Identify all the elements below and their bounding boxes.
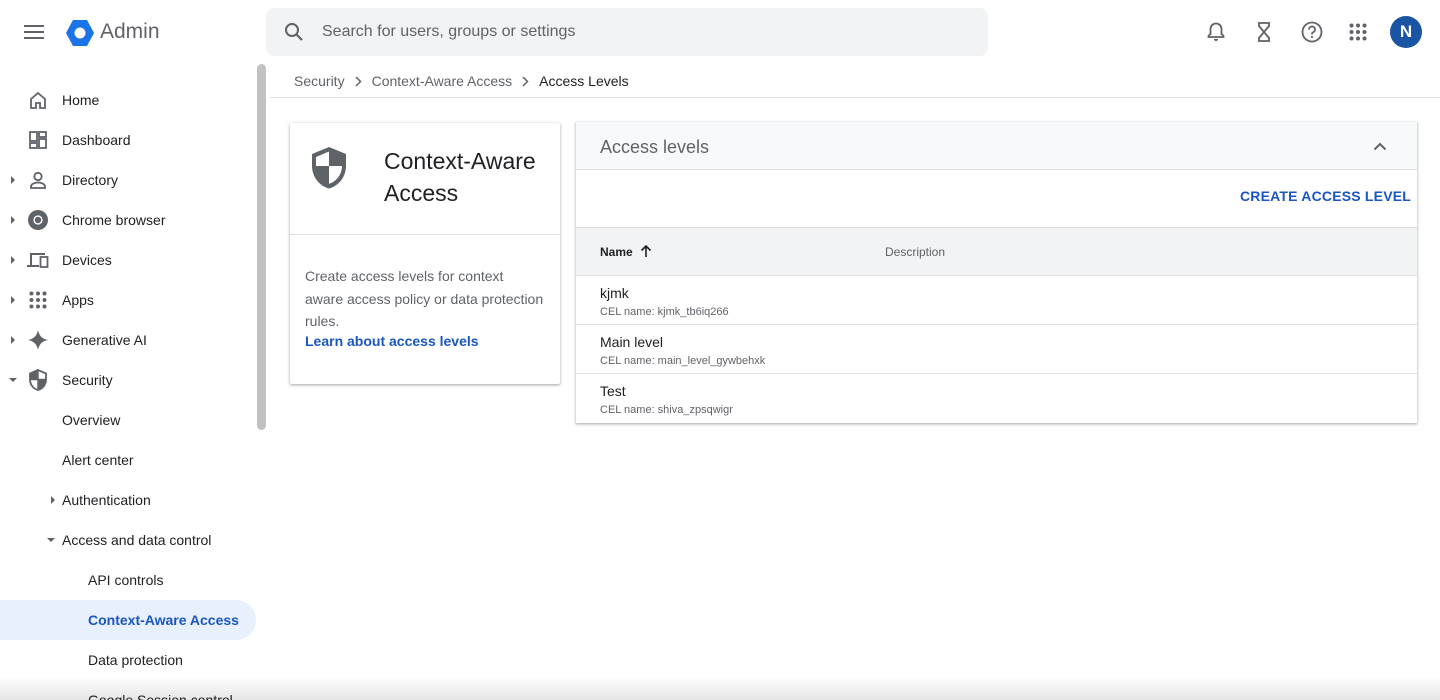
table-row[interactable]: kjmk CEL name: kjmk_tb6iq266 — [576, 276, 1417, 325]
sidebar-item-alert-center[interactable]: Alert center — [0, 440, 256, 480]
hamburger-menu-icon — [24, 25, 44, 39]
sidebar-item-label: Devices — [62, 252, 112, 268]
column-header-name[interactable]: Name — [600, 245, 633, 259]
chevron-right-icon — [522, 75, 529, 87]
sort-ascending-icon[interactable] — [640, 244, 652, 263]
search-bar[interactable]: Search for users, groups or settings — [266, 8, 988, 56]
main-menu-button[interactable] — [14, 12, 54, 52]
access-level-name: Test — [600, 383, 626, 399]
sidebar-item-label: Alert center — [62, 452, 134, 468]
sidebar-item-label: Apps — [62, 292, 94, 308]
chrome-icon — [26, 208, 50, 232]
help-button[interactable] — [1292, 12, 1332, 52]
notifications-button[interactable] — [1196, 12, 1236, 52]
sidebar-item-api-controls[interactable]: API controls — [0, 560, 256, 600]
access-level-cel-name: CEL name: main_level_gywbehxk — [600, 355, 766, 367]
card-description: Create access levels for context aware a… — [305, 268, 544, 329]
table-header: Name Description — [576, 227, 1417, 276]
breadcrumb-security[interactable]: Security — [294, 73, 345, 89]
notifications-icon — [1207, 22, 1225, 41]
collapse-panel-button[interactable] — [1370, 136, 1390, 156]
apps-launcher-button[interactable] — [1338, 12, 1378, 52]
panel-header: Access levels — [576, 122, 1417, 170]
search-input[interactable]: Search for users, groups or settings — [322, 23, 575, 41]
sidebar-item-label: Access and data control — [62, 532, 212, 548]
sidebar-item-label: Security — [62, 372, 113, 388]
learn-about-access-levels-link[interactable]: Learn about access levels — [305, 333, 479, 349]
caret-right-icon[interactable] — [8, 295, 18, 305]
sidebar-item-context-aware-access[interactable]: Context-Aware Access — [0, 600, 256, 640]
create-access-level-button[interactable]: CREATE ACCESS LEVEL — [1240, 188, 1411, 204]
sidebar-item-label: Dashboard — [62, 132, 131, 148]
sidebar-item-label: API controls — [88, 572, 164, 588]
help-icon — [1301, 21, 1323, 43]
access-level-name: kjmk — [600, 285, 629, 301]
sidebar-item-data-protection[interactable]: Data protection — [0, 640, 256, 680]
sidebar-scrollbar[interactable] — [257, 64, 266, 430]
access-levels-panel: Access levels CREATE ACCESS LEVEL Name D… — [576, 122, 1417, 423]
home-icon — [26, 88, 50, 112]
sidebar-item-authentication[interactable]: Authentication — [0, 480, 256, 520]
caret-down-icon[interactable] — [8, 375, 18, 385]
context-aware-access-info-card: Context-Aware Access Create access level… — [290, 123, 560, 384]
chevron-up-icon — [1373, 142, 1387, 150]
card-title: Context-Aware Access — [384, 148, 536, 206]
sidebar-item-label: Data protection — [88, 652, 183, 668]
account-avatar[interactable]: N — [1390, 16, 1422, 48]
table-row[interactable]: Main level CEL name: main_level_gywbehxk — [576, 325, 1417, 374]
sidebar-item-generative-ai[interactable]: Generative AI — [0, 320, 256, 360]
sidebar-item-label: Chrome browser — [62, 212, 166, 228]
shield-icon — [26, 368, 50, 392]
sidebar-item-google-session-control[interactable]: Google Session control — [0, 680, 256, 700]
sidebar-item-devices[interactable]: Devices — [0, 240, 256, 280]
apps-grid-icon — [26, 288, 50, 312]
sidebar-item-label: Context-Aware Access — [88, 612, 239, 628]
search-icon[interactable] — [266, 22, 322, 42]
sidebar-item-access-and-data-control[interactable]: Access and data control — [0, 520, 256, 560]
table-row[interactable]: Test CEL name: shiva_zpsqwigr — [576, 374, 1417, 423]
access-level-cel-name: CEL name: shiva_zpsqwigr — [600, 404, 733, 416]
access-level-name: Main level — [600, 334, 664, 350]
caret-right-icon[interactable] — [8, 255, 18, 265]
dashboard-icon — [26, 128, 50, 152]
shield-icon — [312, 147, 346, 189]
chevron-right-icon — [355, 75, 362, 87]
panel-title: Access levels — [600, 137, 710, 157]
caret-right-icon[interactable] — [8, 175, 18, 185]
column-header-description: Description — [885, 245, 946, 259]
caret-right-icon[interactable] — [8, 215, 18, 225]
breadcrumb-access-levels: Access Levels — [539, 73, 629, 89]
sidebar-item-home[interactable]: Home — [0, 80, 256, 120]
sidebar-item-label: Generative AI — [62, 332, 147, 348]
sparkle-icon — [26, 328, 50, 352]
tasks-button[interactable] — [1244, 12, 1284, 52]
sidebar-item-apps[interactable]: Apps — [0, 280, 256, 320]
sidebar-item-security[interactable]: Security — [0, 360, 256, 400]
access-level-cel-name: CEL name: kjmk_tb6iq266 — [600, 306, 729, 318]
breadcrumb-divider — [270, 97, 1440, 98]
card-divider — [290, 234, 560, 235]
sidebar-item-label: Overview — [62, 412, 121, 428]
sidebar-item-chrome-browser[interactable]: Chrome browser — [0, 200, 256, 240]
breadcrumb-context-aware-access[interactable]: Context-Aware Access — [372, 73, 513, 89]
admin-logo-icon[interactable] — [64, 17, 96, 49]
app-brand[interactable]: Admin — [100, 20, 160, 44]
sidebar-item-dashboard[interactable]: Dashboard — [0, 120, 256, 160]
sidebar-item-directory[interactable]: Directory — [0, 160, 256, 200]
caret-right-icon[interactable] — [48, 495, 58, 505]
sidebar-item-label: Directory — [62, 172, 119, 188]
devices-icon — [26, 248, 50, 272]
person-icon — [26, 168, 50, 192]
sidebar-item-label: Google Session control — [88, 692, 233, 700]
sidebar-item-label: Authentication — [62, 492, 151, 508]
breadcrumb: Security Context-Aware Access Access Lev… — [294, 72, 629, 90]
sidebar-nav: Home Dashboard Directory Chrome browser … — [0, 64, 256, 700]
caret-right-icon[interactable] — [8, 335, 18, 345]
caret-down-icon[interactable] — [46, 535, 56, 545]
top-bar: Admin Search for users, groups or settin… — [0, 0, 1440, 64]
sidebar-item-overview[interactable]: Overview — [0, 400, 256, 440]
hourglass-icon — [1258, 22, 1270, 42]
apps-grid-icon — [1349, 23, 1367, 41]
sidebar-item-label: Home — [62, 92, 100, 108]
